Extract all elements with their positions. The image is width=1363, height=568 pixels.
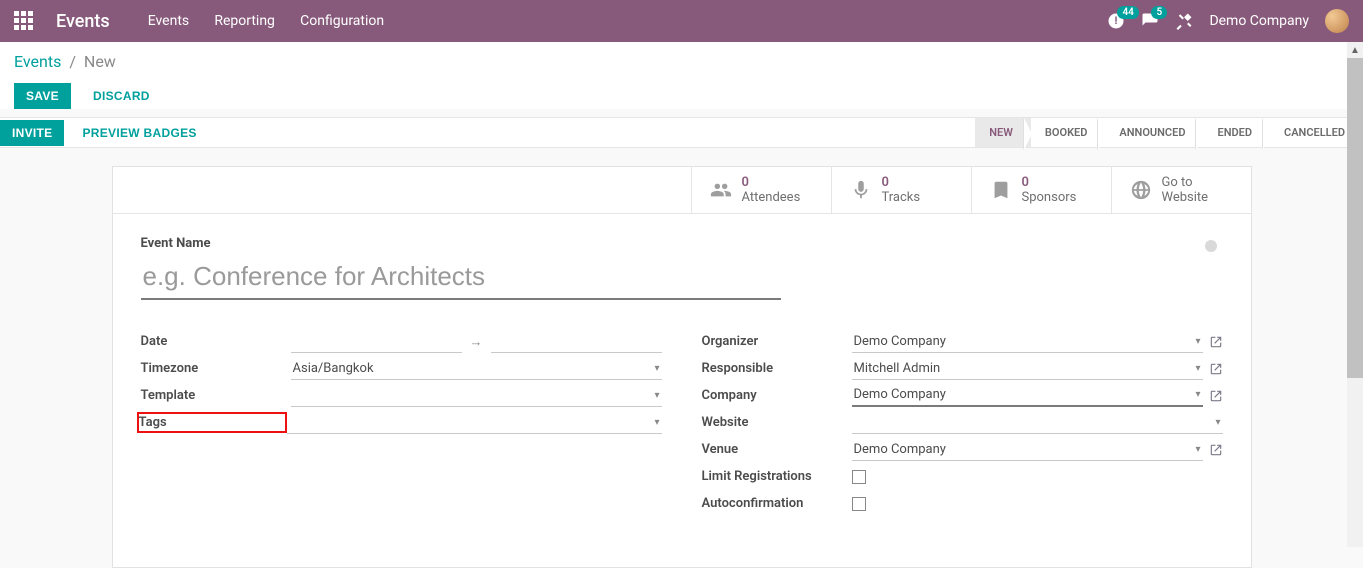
external-link-icon[interactable] — [1209, 389, 1223, 403]
website-select[interactable]: ▾ — [852, 412, 1223, 434]
form-sheet: 0Attendees 0Tracks 0Sponsors Go toWebsit… — [112, 166, 1252, 568]
activities-icon[interactable]: 44 — [1107, 12, 1125, 30]
activities-badge: 44 — [1117, 6, 1138, 19]
company-select[interactable]: Demo Company▾ — [852, 384, 1203, 407]
bookmark-icon — [990, 179, 1012, 201]
chevron-down-icon: ▾ — [1195, 389, 1200, 400]
microphone-icon — [850, 179, 872, 201]
scroll-up-icon[interactable]: ▲ — [1347, 42, 1363, 58]
stages: NEW BOOKED ANNOUNCED ENDED CANCELLED — [975, 118, 1363, 147]
breadcrumb: Events / New — [14, 52, 1349, 71]
responsible-label: Responsible — [702, 361, 852, 376]
company-name[interactable]: Demo Company — [1209, 13, 1309, 29]
template-label: Template — [141, 388, 291, 403]
globe-icon — [1130, 179, 1152, 201]
user-avatar[interactable] — [1325, 9, 1349, 33]
save-button[interactable]: SAVE — [14, 83, 71, 109]
stat-tracks[interactable]: 0Tracks — [831, 167, 971, 213]
discard-button[interactable]: DISCARD — [81, 83, 162, 109]
nav-configuration[interactable]: Configuration — [300, 13, 384, 29]
top-nav: Events Reporting Configuration — [148, 13, 406, 29]
limit-label: Limit Registrations — [702, 469, 852, 484]
limit-checkbox[interactable] — [852, 470, 866, 484]
arrow-right-icon: → — [470, 334, 483, 350]
nav-reporting[interactable]: Reporting — [214, 13, 275, 29]
organizer-select[interactable]: Demo Company▾ — [852, 331, 1203, 353]
stage-ended[interactable]: ENDED — [1203, 118, 1270, 147]
external-link-icon[interactable] — [1209, 362, 1223, 376]
responsible-select[interactable]: Mitchell Admin▾ — [852, 358, 1203, 380]
venue-label: Venue — [702, 442, 852, 457]
status-dot[interactable] — [1205, 240, 1217, 252]
tags-label: Tags — [137, 412, 287, 433]
event-name-input[interactable] — [141, 257, 781, 300]
chevron-down-icon: ▾ — [1195, 363, 1200, 374]
chevron-down-icon: ▾ — [1195, 444, 1200, 455]
preview-badges-button[interactable]: PREVIEW BADGES — [70, 120, 208, 146]
app-title: Events — [56, 11, 110, 32]
chevron-down-icon: ▾ — [654, 417, 659, 428]
messages-badge: 5 — [1151, 6, 1167, 19]
chevron-down-icon: ▾ — [1215, 417, 1220, 428]
invite-button[interactable]: INVITE — [0, 120, 64, 146]
stat-sponsors[interactable]: 0Sponsors — [971, 167, 1111, 213]
messages-icon[interactable]: 5 — [1141, 12, 1159, 30]
date-end-input[interactable] — [491, 331, 662, 353]
breadcrumb-current: New — [84, 52, 116, 71]
apps-icon[interactable] — [14, 11, 34, 31]
control-panel: Events / New SAVE DISCARD — [0, 42, 1363, 109]
external-link-icon[interactable] — [1209, 335, 1223, 349]
chevron-down-icon: ▾ — [654, 363, 659, 374]
breadcrumb-root[interactable]: Events — [14, 52, 61, 71]
autoconfirm-checkbox[interactable] — [852, 497, 866, 511]
event-name-label: Event Name — [141, 236, 781, 251]
stat-website[interactable]: Go toWebsite — [1111, 167, 1251, 213]
tags-select[interactable]: ▾ — [287, 412, 662, 434]
chevron-down-icon: ▾ — [1195, 336, 1200, 347]
settings-icon[interactable] — [1175, 12, 1193, 30]
scroll-thumb[interactable] — [1347, 58, 1363, 378]
stage-announced[interactable]: ANNOUNCED — [1105, 118, 1203, 147]
date-label: Date — [141, 334, 291, 349]
website-label: Website — [702, 415, 852, 430]
template-select[interactable]: ▾ — [291, 385, 662, 407]
stat-attendees[interactable]: 0Attendees — [691, 167, 831, 213]
date-start-input[interactable] — [291, 331, 462, 353]
venue-select[interactable]: Demo Company▾ — [852, 439, 1203, 461]
external-link-icon[interactable] — [1209, 443, 1223, 457]
vertical-scrollbar[interactable]: ▲ — [1347, 42, 1363, 547]
nav-events[interactable]: Events — [148, 13, 189, 29]
statusbar: INVITE PREVIEW BADGES NEW BOOKED ANNOUNC… — [0, 117, 1363, 148]
organizer-label: Organizer — [702, 334, 852, 349]
stage-booked[interactable]: BOOKED — [1031, 118, 1106, 147]
top-navbar: Events Events Reporting Configuration 44… — [0, 0, 1363, 42]
autoconfirm-label: Autoconfirmation — [702, 496, 852, 511]
company-label: Company — [702, 388, 852, 403]
chevron-down-icon: ▾ — [654, 390, 659, 401]
timezone-label: Timezone — [141, 361, 291, 376]
attendees-icon — [710, 179, 732, 201]
timezone-select[interactable]: Asia/Bangkok▾ — [291, 358, 662, 380]
